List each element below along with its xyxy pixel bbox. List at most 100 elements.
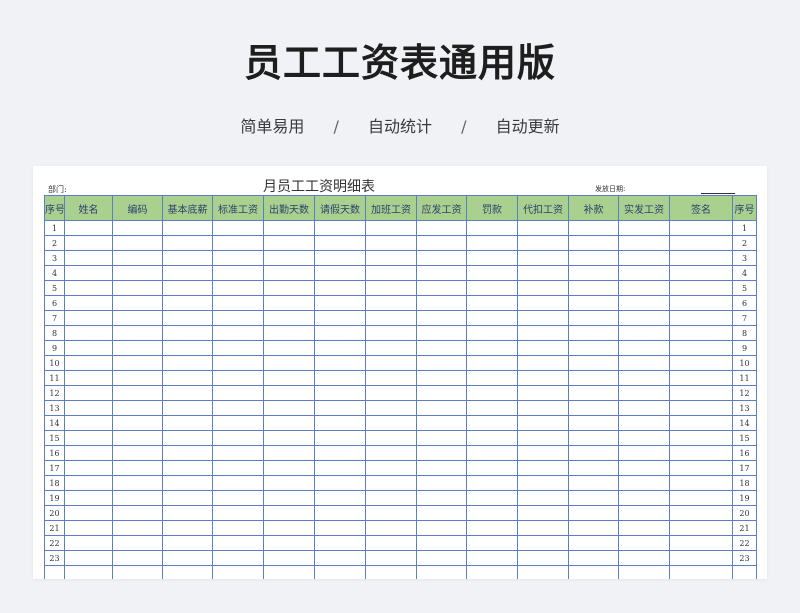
table-cell[interactable]	[112, 445, 163, 461]
table-cell[interactable]	[466, 325, 518, 341]
table-cell[interactable]	[112, 280, 163, 296]
table-cell[interactable]	[517, 475, 569, 491]
table-cell[interactable]	[112, 505, 163, 521]
table-cell[interactable]	[263, 340, 315, 356]
table-cell[interactable]	[466, 445, 518, 461]
table-cell[interactable]	[517, 460, 569, 476]
table-cell[interactable]	[669, 340, 733, 356]
table-cell[interactable]	[64, 265, 113, 281]
table-cell[interactable]	[365, 415, 417, 431]
table-cell[interactable]	[365, 265, 417, 281]
table-cell[interactable]	[263, 295, 315, 311]
table-cell[interactable]	[618, 550, 670, 566]
table-cell[interactable]	[162, 355, 213, 371]
table-cell[interactable]	[618, 280, 670, 296]
table-cell[interactable]	[568, 385, 619, 401]
table-cell[interactable]	[263, 565, 315, 579]
table-cell[interactable]	[162, 385, 213, 401]
table-cell[interactable]	[568, 430, 619, 446]
table-cell[interactable]	[568, 280, 619, 296]
table-cell[interactable]	[517, 280, 569, 296]
table-cell[interactable]	[416, 220, 467, 236]
table-cell[interactable]	[618, 310, 670, 326]
table-cell[interactable]	[517, 385, 569, 401]
table-cell[interactable]	[568, 400, 619, 416]
table-cell[interactable]	[212, 430, 264, 446]
table-cell[interactable]	[365, 310, 417, 326]
table-cell[interactable]	[64, 295, 113, 311]
table-cell[interactable]	[263, 235, 315, 251]
table-cell[interactable]	[314, 430, 366, 446]
table-cell[interactable]	[212, 310, 264, 326]
table-cell[interactable]	[112, 370, 163, 386]
table-cell[interactable]	[618, 235, 670, 251]
table-cell[interactable]	[568, 295, 619, 311]
table-cell[interactable]	[618, 295, 670, 311]
table-cell[interactable]	[517, 325, 569, 341]
table-cell[interactable]	[618, 520, 670, 536]
table-cell[interactable]	[212, 550, 264, 566]
table-cell[interactable]	[112, 415, 163, 431]
table-cell[interactable]	[466, 280, 518, 296]
table-cell[interactable]	[568, 250, 619, 266]
table-cell[interactable]	[365, 295, 417, 311]
table-cell[interactable]	[669, 325, 733, 341]
table-cell[interactable]	[416, 295, 467, 311]
table-cell[interactable]	[669, 310, 733, 326]
table-cell[interactable]	[112, 385, 163, 401]
table-cell[interactable]	[314, 565, 366, 579]
table-cell[interactable]	[263, 265, 315, 281]
table-cell[interactable]	[112, 535, 163, 551]
table-cell[interactable]	[517, 355, 569, 371]
table-cell[interactable]	[162, 505, 213, 521]
table-cell[interactable]	[314, 460, 366, 476]
table-cell[interactable]	[669, 475, 733, 491]
table-cell[interactable]	[416, 475, 467, 491]
table-cell[interactable]	[112, 475, 163, 491]
table-cell[interactable]	[112, 460, 163, 476]
table-cell[interactable]	[568, 505, 619, 521]
table-cell[interactable]	[212, 355, 264, 371]
table-cell[interactable]	[162, 550, 213, 566]
table-cell[interactable]	[162, 475, 213, 491]
table-cell[interactable]	[314, 370, 366, 386]
table-cell[interactable]	[112, 355, 163, 371]
table-cell[interactable]	[517, 310, 569, 326]
table-cell[interactable]	[314, 280, 366, 296]
table-cell[interactable]	[466, 310, 518, 326]
table-cell[interactable]	[618, 565, 670, 579]
table-cell[interactable]	[618, 415, 670, 431]
table-cell[interactable]	[314, 445, 366, 461]
table-cell[interactable]	[64, 340, 113, 356]
table-cell[interactable]	[568, 475, 619, 491]
table-cell[interactable]	[568, 370, 619, 386]
table-cell[interactable]	[618, 430, 670, 446]
table-cell[interactable]	[365, 355, 417, 371]
table-cell[interactable]	[314, 220, 366, 236]
table-cell[interactable]	[416, 310, 467, 326]
table-cell[interactable]	[517, 250, 569, 266]
table-cell[interactable]	[365, 235, 417, 251]
table-cell[interactable]	[162, 400, 213, 416]
table-cell[interactable]	[212, 475, 264, 491]
table-cell[interactable]	[314, 400, 366, 416]
table-cell[interactable]	[669, 385, 733, 401]
table-cell[interactable]	[618, 325, 670, 341]
table-cell[interactable]	[64, 355, 113, 371]
table-cell[interactable]	[162, 430, 213, 446]
table-cell[interactable]	[669, 550, 733, 566]
table-cell[interactable]	[112, 340, 163, 356]
table-cell[interactable]	[263, 280, 315, 296]
table-cell[interactable]	[466, 430, 518, 446]
table-cell[interactable]	[669, 430, 733, 446]
table-cell[interactable]	[466, 565, 518, 579]
table-cell[interactable]	[618, 475, 670, 491]
table-cell[interactable]	[568, 535, 619, 551]
table-cell[interactable]	[365, 370, 417, 386]
table-cell[interactable]	[162, 295, 213, 311]
table-cell[interactable]	[568, 325, 619, 341]
table-cell[interactable]	[162, 565, 213, 579]
table-cell[interactable]	[466, 460, 518, 476]
table-cell[interactable]	[365, 520, 417, 536]
table-cell[interactable]	[263, 550, 315, 566]
